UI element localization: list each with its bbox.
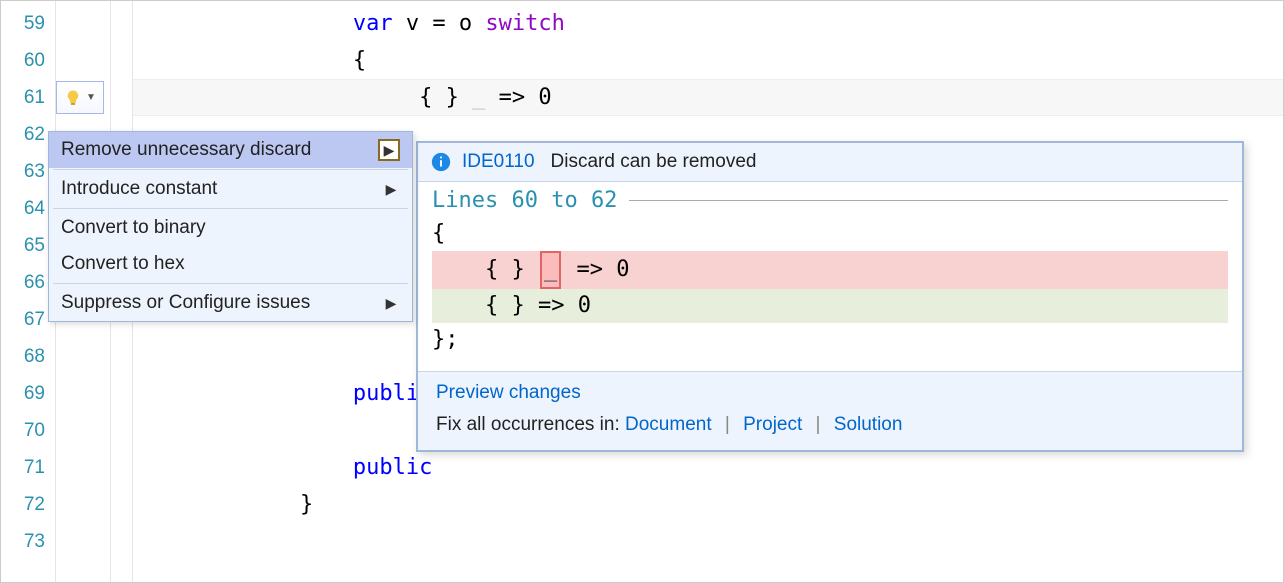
code-fix-preview-panel: IDE0110 Discard can be removed Lines 60 … — [416, 141, 1244, 452]
fix-scope-document-link[interactable]: Document — [625, 414, 712, 435]
line-number: 71 — [1, 449, 55, 486]
submenu-arrow-icon: ▶ — [382, 181, 400, 198]
diff-context-line: }; — [432, 323, 1228, 357]
diff-removed-token: _ — [540, 251, 561, 289]
line-number: 61 — [1, 79, 55, 116]
diff-removed-line: { } _ => 0 — [432, 251, 1228, 289]
discard-token: _ — [472, 85, 485, 110]
chevron-down-icon: ▼ — [86, 92, 96, 103]
menu-separator — [53, 169, 408, 170]
line-number: 69 — [1, 375, 55, 412]
menu-item-remove-unnecessary-discard[interactable]: Remove unnecessary discard ▶ — [49, 132, 412, 168]
preview-header: IDE0110 Discard can be removed — [418, 143, 1242, 182]
fix-occurrences-label: Fix all occurrences in: — [436, 414, 625, 435]
line-number: 67 — [1, 301, 55, 338]
menu-item-convert-to-binary[interactable]: Convert to binary — [49, 210, 412, 246]
code-text: => 0 — [485, 85, 551, 110]
menu-item-label: Suppress or Configure issues — [61, 292, 310, 314]
separator: | — [816, 414, 821, 435]
line-number: 62 — [1, 116, 55, 153]
line-number: 66 — [1, 264, 55, 301]
menu-item-suppress-or-configure[interactable]: Suppress or Configure issues ▶ — [49, 285, 412, 321]
line-number: 65 — [1, 227, 55, 264]
menu-item-label: Remove unnecessary discard — [61, 139, 311, 161]
fix-scope-solution-link[interactable]: Solution — [834, 414, 903, 435]
preview-changes-link[interactable]: Preview changes — [436, 382, 581, 403]
line-number: 68 — [1, 338, 55, 375]
menu-item-label: Convert to binary — [61, 217, 206, 239]
line-number: 59 — [1, 5, 55, 42]
line-number: 72 — [1, 486, 55, 523]
diagnostic-message: Discard can be removed — [551, 151, 757, 173]
diagnostic-id[interactable]: IDE0110 — [462, 151, 535, 173]
keyword-var: var — [353, 11, 393, 36]
separator: | — [725, 414, 730, 435]
keyword-switch: switch — [485, 11, 564, 36]
diff-range-label: Lines 60 to 62 — [432, 188, 617, 213]
submenu-arrow-icon: ▶ — [382, 295, 400, 312]
menu-item-introduce-constant[interactable]: Introduce constant ▶ — [49, 171, 412, 207]
quick-actions-menu: Remove unnecessary discard ▶ Introduce c… — [48, 131, 413, 322]
menu-item-label: Introduce constant — [61, 178, 217, 200]
code-text: { — [353, 48, 366, 73]
diff-context-line: { — [432, 217, 1228, 251]
code-text: { } — [419, 85, 472, 110]
info-icon — [430, 151, 452, 173]
line-number: 63 — [1, 153, 55, 190]
divider — [629, 200, 1228, 201]
lightbulb-button[interactable]: ▼ — [56, 81, 104, 114]
line-number: 73 — [1, 523, 55, 560]
code-text: } — [300, 492, 313, 517]
menu-item-convert-to-hex[interactable]: Convert to hex — [49, 246, 412, 282]
line-number: 60 — [1, 42, 55, 79]
keyword-public: public — [353, 455, 432, 480]
lightbulb-icon — [64, 89, 82, 107]
line-number: 64 — [1, 190, 55, 227]
menu-item-label: Convert to hex — [61, 253, 185, 275]
preview-diff: Lines 60 to 62 { { } _ => 0 { } => 0 }; — [418, 182, 1242, 371]
menu-separator — [53, 283, 408, 284]
fix-scope-project-link[interactable]: Project — [743, 414, 802, 435]
menu-separator — [53, 208, 408, 209]
code-text: v = o — [393, 11, 486, 36]
diff-added-line: { } => 0 — [432, 289, 1228, 323]
preview-footer: Preview changes Fix all occurrences in: … — [418, 371, 1242, 450]
submenu-arrow-icon: ▶ — [378, 139, 400, 161]
line-number: 70 — [1, 412, 55, 449]
